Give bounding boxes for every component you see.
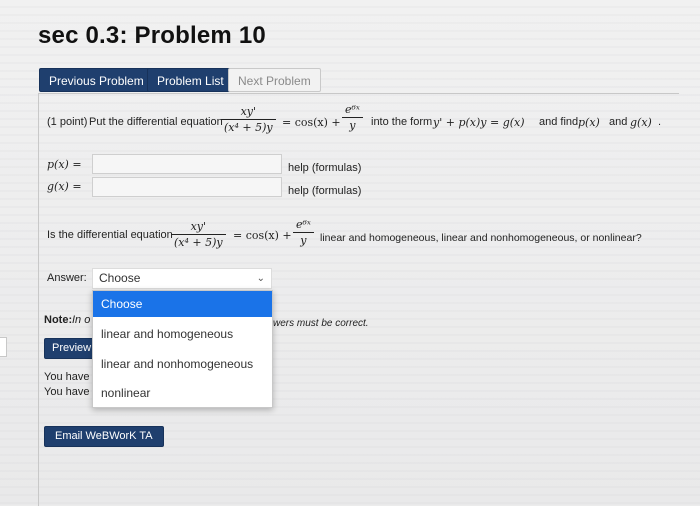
next-problem-button[interactable]: Next Problem — [228, 68, 321, 92]
answer-select[interactable]: Choose ⌄ — [92, 268, 272, 289]
fraction-denominator: (x⁴ + 5)y — [224, 121, 273, 134]
g-field-label: g(x) = — [47, 180, 82, 193]
fraction-numerator: xy' — [190, 220, 207, 233]
equals-cos: = cos(x) + — [282, 116, 341, 129]
fraction-lhs: xy' (x⁴ + 5)y — [221, 105, 276, 134]
g-of-x-text: g(x) — [630, 116, 652, 129]
option-choose[interactable]: Choose — [93, 291, 272, 317]
fraction-rhs: e⁶ˣ y — [293, 218, 314, 247]
email-ta-button[interactable]: Email WeBWorK TA — [44, 426, 164, 447]
note-label: Note: — [44, 314, 73, 326]
fraction-lhs: xy' (x⁴ + 5)y — [171, 220, 226, 249]
chevron-down-icon: ⌄ — [256, 273, 265, 284]
fraction-denominator: (x⁴ + 5)y — [174, 236, 223, 249]
into-text: into the form — [371, 116, 433, 128]
answer-label: Answer: — [47, 272, 87, 284]
fraction-numerator: e⁶ˣ — [345, 103, 360, 116]
side-tab[interactable] — [0, 337, 7, 357]
equals-cos: = cos(x) + — [233, 229, 292, 242]
answer-selected-value: Choose — [99, 271, 141, 285]
attempts-line2: You have u — [44, 386, 99, 398]
fraction-numerator: e⁶ˣ — [296, 218, 311, 231]
help-formulas-link[interactable]: help (formulas) — [288, 185, 361, 197]
problem-list-button[interactable]: Problem List — [147, 68, 234, 92]
previous-problem-button[interactable]: Previous Problem — [39, 68, 154, 92]
option-linear-nonhomogeneous[interactable]: linear and nonhomogeneous — [93, 351, 272, 377]
fraction-denominator: y — [349, 119, 356, 132]
and-text: and — [609, 116, 628, 128]
option-linear-homogeneous[interactable]: linear and homogeneous — [93, 321, 272, 347]
option-nonlinear[interactable]: nonlinear — [93, 380, 272, 406]
note-partial-right: wers must be correct. — [273, 318, 369, 329]
fraction-rhs: e⁶ˣ y — [342, 103, 363, 132]
preview-button[interactable]: Preview — [44, 338, 100, 359]
intro-text: Put the differential equation — [89, 116, 223, 128]
target-form: y' + p(x)y = g(x) — [433, 116, 525, 129]
p-answer-input[interactable] — [92, 154, 282, 174]
question2-suffix: linear and homogeneous, linear and nonho… — [320, 232, 642, 244]
g-answer-input[interactable] — [92, 177, 282, 197]
attempts-line1: You have a — [44, 371, 99, 383]
p-field-label: p(x) = — [47, 158, 82, 171]
and-find-text: and find — [539, 116, 579, 128]
points-label: (1 point) — [47, 116, 88, 128]
fraction-numerator: xy' — [240, 105, 257, 118]
help-formulas-link[interactable]: help (formulas) — [288, 162, 361, 174]
note-partial-left: In o — [72, 314, 91, 326]
period-text: . — [658, 116, 662, 128]
answer-dropdown-menu: Choose linear and homogeneous linear and… — [92, 290, 273, 408]
page-title: sec 0.3: Problem 10 — [38, 22, 266, 49]
question2-prefix: Is the differential equation — [47, 229, 173, 241]
p-of-x-text: p(x) — [578, 116, 600, 129]
fraction-denominator: y — [300, 234, 307, 247]
